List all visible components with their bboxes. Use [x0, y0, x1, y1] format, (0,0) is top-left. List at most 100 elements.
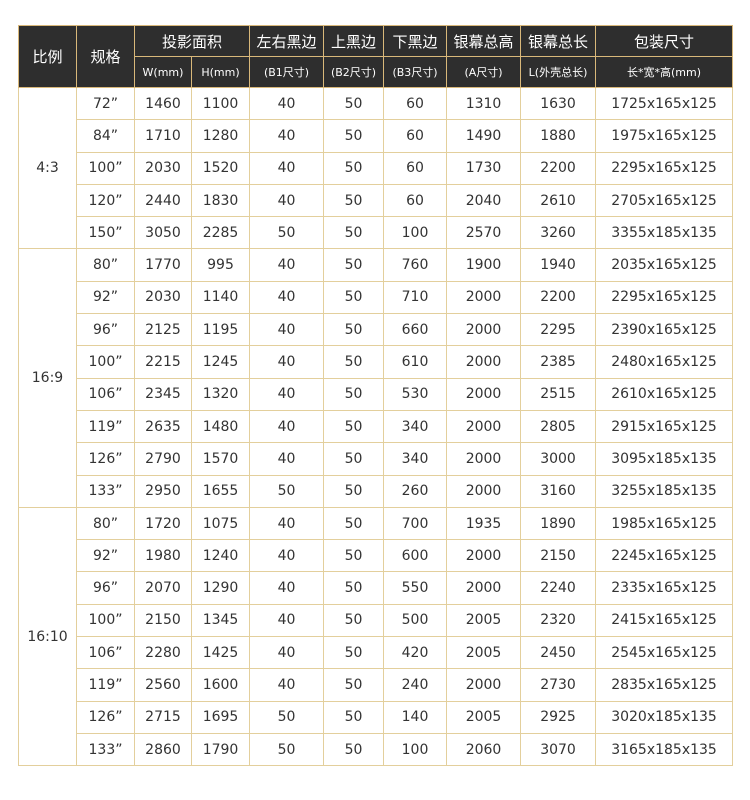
ratio-cell: 16:10: [18, 506, 77, 767]
package-size-cell: 3355x185x135: [595, 216, 734, 250]
bottom-border-cell: 340: [383, 409, 448, 444]
size-cell: 126”: [76, 442, 135, 476]
lr-border-cell: 40: [249, 377, 325, 411]
package-size-cell: 2335x165x125: [595, 571, 734, 605]
table-row: 133” 2860 1790 50 50 100 2060 3070 3165x185x135: [19, 732, 734, 767]
total-height-cell: 2000: [446, 409, 522, 444]
width-cell: 3050: [134, 216, 192, 250]
header-l: L(外壳总长): [520, 56, 597, 88]
table-row: 119” 2635 1480 40 50 340 2000 2805 2915x165x125: [19, 409, 734, 444]
bottom-border-cell: 660: [383, 313, 448, 347]
header-a: (A尺寸): [446, 56, 522, 88]
lr-border-cell: 40: [249, 151, 325, 185]
ratio-cell: 4:3: [18, 86, 77, 250]
table-row: 120” 2440 1830 40 50 60 2040 2610 2705x165x125: [19, 183, 734, 218]
header-bottom-border: 下黑边: [383, 25, 448, 57]
top-border-cell: 50: [323, 248, 385, 282]
header-h-unit: H(mm): [190, 56, 251, 88]
header-b1: (B1尺寸): [249, 56, 325, 88]
package-size-cell: 2245x165x125: [595, 539, 734, 573]
size-cell: 72”: [76, 86, 135, 121]
top-border-cell: 50: [323, 732, 385, 767]
size-cell: 120”: [76, 183, 135, 218]
bottom-border-cell: 60: [383, 151, 448, 185]
size-cell: 119”: [76, 668, 135, 702]
total-height-cell: 1490: [446, 119, 522, 153]
lr-border-cell: 40: [249, 409, 325, 444]
height-cell: 1290: [190, 571, 251, 605]
total-length-cell: 2385: [520, 345, 597, 379]
total-length-cell: 3000: [520, 442, 597, 476]
width-cell: 1460: [134, 86, 192, 121]
height-cell: 1320: [190, 377, 251, 411]
height-cell: 1245: [190, 345, 251, 379]
lr-border-cell: 40: [249, 183, 325, 218]
total-length-cell: 3070: [520, 732, 597, 767]
height-cell: 1695: [190, 700, 251, 734]
total-height-cell: 1900: [446, 248, 522, 282]
header-w-unit: W(mm): [134, 56, 192, 88]
total-height-cell: 2000: [446, 280, 522, 315]
width-cell: 1770: [134, 248, 192, 282]
package-size-cell: 3020x185x135: [595, 700, 734, 734]
height-cell: 1830: [190, 183, 251, 218]
total-length-cell: 2450: [520, 636, 597, 670]
header-package-size: 包装尺寸: [595, 25, 734, 57]
lr-border-cell: 50: [249, 474, 325, 508]
size-cell: 92”: [76, 539, 135, 573]
height-cell: 1655: [190, 474, 251, 508]
width-cell: 2715: [134, 700, 192, 734]
top-border-cell: 50: [323, 313, 385, 347]
size-cell: 96”: [76, 571, 135, 605]
lr-border-cell: 40: [249, 442, 325, 476]
table-row: 92” 1980 1240 40 50 600 2000 2150 2245x165x125: [19, 539, 734, 573]
package-size-cell: 2705x165x125: [595, 183, 734, 218]
lr-border-cell: 40: [249, 280, 325, 315]
size-cell: 133”: [76, 474, 135, 508]
total-length-cell: 2610: [520, 183, 597, 218]
lr-border-cell: 40: [249, 119, 325, 153]
total-length-cell: 2730: [520, 668, 597, 702]
size-cell: 100”: [76, 151, 135, 185]
table-row: 16:10 80” 1720 1075 40 50 700 1935 1890 1985x165x…: [18, 506, 734, 767]
package-size-cell: 3255x185x135: [595, 474, 734, 508]
total-length-cell: 2805: [520, 409, 597, 444]
total-length-cell: 3160: [520, 474, 597, 508]
total-length-cell: 1630: [520, 86, 597, 121]
package-size-cell: 2295x165x125: [595, 280, 734, 315]
total-height-cell: 2000: [446, 377, 522, 411]
package-size-cell: 2915x165x125: [595, 409, 734, 444]
header-pkg-dims: 长*宽*高(mm): [595, 56, 734, 88]
top-border-cell: 50: [323, 506, 385, 541]
size-cell: 126”: [76, 700, 135, 734]
package-size-cell: 1985x165x125: [595, 506, 734, 541]
package-size-cell: 1725x165x125: [595, 86, 734, 121]
bottom-border-cell: 760: [383, 248, 448, 282]
total-height-cell: 2000: [446, 571, 522, 605]
size-cell: 92”: [76, 280, 135, 315]
top-border-cell: 50: [323, 183, 385, 218]
total-length-cell: 2200: [520, 151, 597, 185]
total-length-cell: 2515: [520, 377, 597, 411]
size-cell: 100”: [76, 603, 135, 638]
bottom-border-cell: 710: [383, 280, 448, 315]
package-size-cell: 2295x165x125: [595, 151, 734, 185]
table-row: 119” 2560 1600 40 50 240 2000 2730 2835x165x125: [19, 668, 734, 702]
width-cell: 1720: [134, 506, 192, 541]
width-cell: 2030: [134, 151, 192, 185]
total-length-cell: 3260: [520, 216, 597, 250]
size-cell: 119”: [76, 409, 135, 444]
table-row: 126” 2715 1695 50 50 140 2005 2925 3020x185x135: [19, 700, 734, 734]
total-height-cell: 2000: [446, 539, 522, 573]
top-border-cell: 50: [323, 86, 385, 121]
height-cell: 1480: [190, 409, 251, 444]
top-border-cell: 50: [323, 216, 385, 250]
bottom-border-cell: 60: [383, 119, 448, 153]
table-row: 100” 2030 1520 40 50 60 1730 2200 2295x165x125: [19, 151, 734, 185]
height-cell: 1280: [190, 119, 251, 153]
total-height-cell: 2005: [446, 700, 522, 734]
width-cell: 2125: [134, 313, 192, 347]
ratio-cell: 16:9: [18, 248, 77, 508]
table-row: 84” 1710 1280 40 50 60 1490 1880 1975x165x125: [19, 119, 734, 153]
lr-border-cell: 40: [249, 668, 325, 702]
